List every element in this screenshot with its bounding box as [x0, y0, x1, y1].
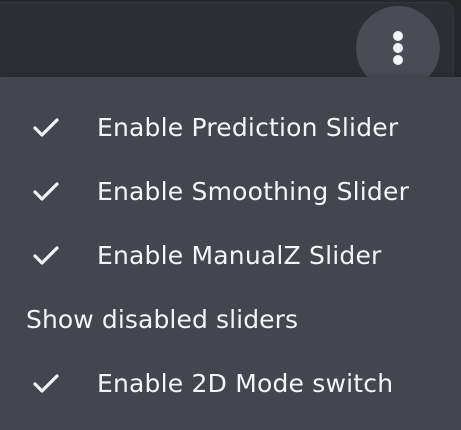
menu-item-label: Enable Prediction Slider [97, 112, 399, 142]
menu-item-label: Enable ManualZ Slider [97, 240, 382, 270]
show-disabled-sliders-label: Show disabled sliders [26, 304, 299, 334]
kebab-dot-middle [393, 43, 403, 53]
menu-item-enable-2d-mode-switch[interactable]: Enable 2D Mode switch [0, 351, 461, 415]
menu-item-enable-smoothing-slider[interactable]: Enable Smoothing Slider [0, 159, 461, 223]
menu-item-enable-manualz-slider[interactable]: Enable ManualZ Slider [0, 223, 461, 287]
menu-item-label: Enable 2D Mode switch [97, 368, 394, 398]
kebab-dot-bottom [393, 55, 403, 65]
menu-item-check-wrap [0, 223, 97, 287]
check-icon [33, 182, 59, 201]
check-icon [33, 118, 59, 137]
menu-item-enable-prediction-slider[interactable]: Enable Prediction Slider [0, 95, 461, 159]
app-screen: Enable Prediction Slider Enable Smoothin… [0, 0, 461, 430]
menu-item-check-wrap [0, 95, 97, 159]
check-icon [33, 246, 59, 265]
menu-item-check-wrap [0, 351, 97, 415]
top-bar [0, 0, 461, 90]
check-icon [33, 374, 59, 393]
more-vertical-icon [393, 31, 403, 65]
kebab-dot-top [393, 31, 403, 41]
options-menu: Enable Prediction Slider Enable Smoothin… [0, 77, 461, 430]
menu-item-check-wrap [0, 159, 97, 223]
menu-item-label: Enable Smoothing Slider [97, 176, 410, 206]
